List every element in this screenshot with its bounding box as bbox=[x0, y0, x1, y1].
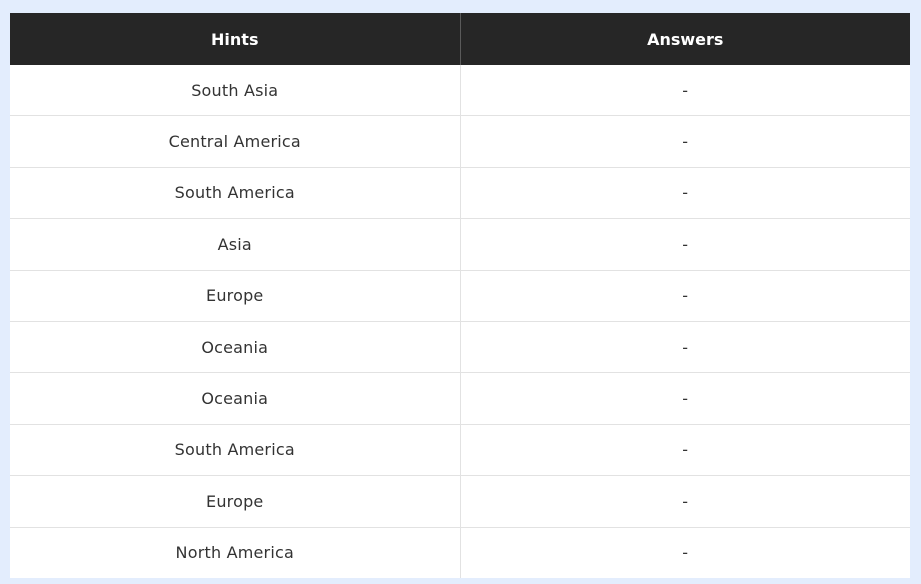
answer-cell: - bbox=[460, 372, 910, 425]
answer-cell: - bbox=[460, 115, 910, 168]
answer-cell: - bbox=[460, 166, 910, 219]
answer-cell: - bbox=[460, 269, 910, 322]
hint-cell: South America bbox=[10, 423, 461, 476]
answer-cell: - bbox=[682, 80, 689, 100]
hints-table-container: Hints Answers South Asia - Central Ameri… bbox=[10, 13, 910, 578]
hint-cell: South America bbox=[10, 166, 461, 219]
hint-cell: North America bbox=[10, 526, 461, 578]
table-row: South America - bbox=[10, 423, 910, 476]
hint-cell: Oceania bbox=[10, 320, 461, 373]
table-row: Europe - bbox=[10, 475, 910, 528]
answer-cell: - bbox=[460, 526, 910, 578]
table-row: South Asia - bbox=[10, 65, 910, 116]
table-row: North America - bbox=[10, 526, 910, 578]
table-row: Asia - bbox=[10, 218, 910, 271]
table-row: Oceania - bbox=[10, 320, 910, 373]
hint-cell: Europe bbox=[10, 475, 461, 528]
table-row: Europe - bbox=[10, 269, 910, 322]
hint-cell: Europe bbox=[10, 269, 461, 322]
answer-cell: - bbox=[460, 423, 910, 476]
answer-cell: - bbox=[460, 320, 910, 373]
table-row: Central America - bbox=[10, 115, 910, 168]
header-hints: Hints bbox=[10, 13, 461, 65]
answer-cell: - bbox=[460, 218, 910, 271]
table-body: South Asia - Central America - South Ame… bbox=[10, 65, 910, 578]
answer-cell: - bbox=[460, 475, 910, 528]
table-row: Oceania - bbox=[10, 372, 910, 425]
hint-cell: Asia bbox=[10, 218, 461, 271]
hint-cell: Oceania bbox=[10, 372, 461, 425]
hints-table: Hints Answers South Asia - Central Ameri… bbox=[10, 13, 910, 578]
hint-cell: South Asia bbox=[10, 65, 461, 116]
table-row: South America - bbox=[10, 166, 910, 219]
table-header-row: Hints Answers bbox=[10, 13, 910, 65]
hint-cell: Central America bbox=[10, 115, 461, 168]
header-answers: Answers bbox=[460, 13, 910, 65]
